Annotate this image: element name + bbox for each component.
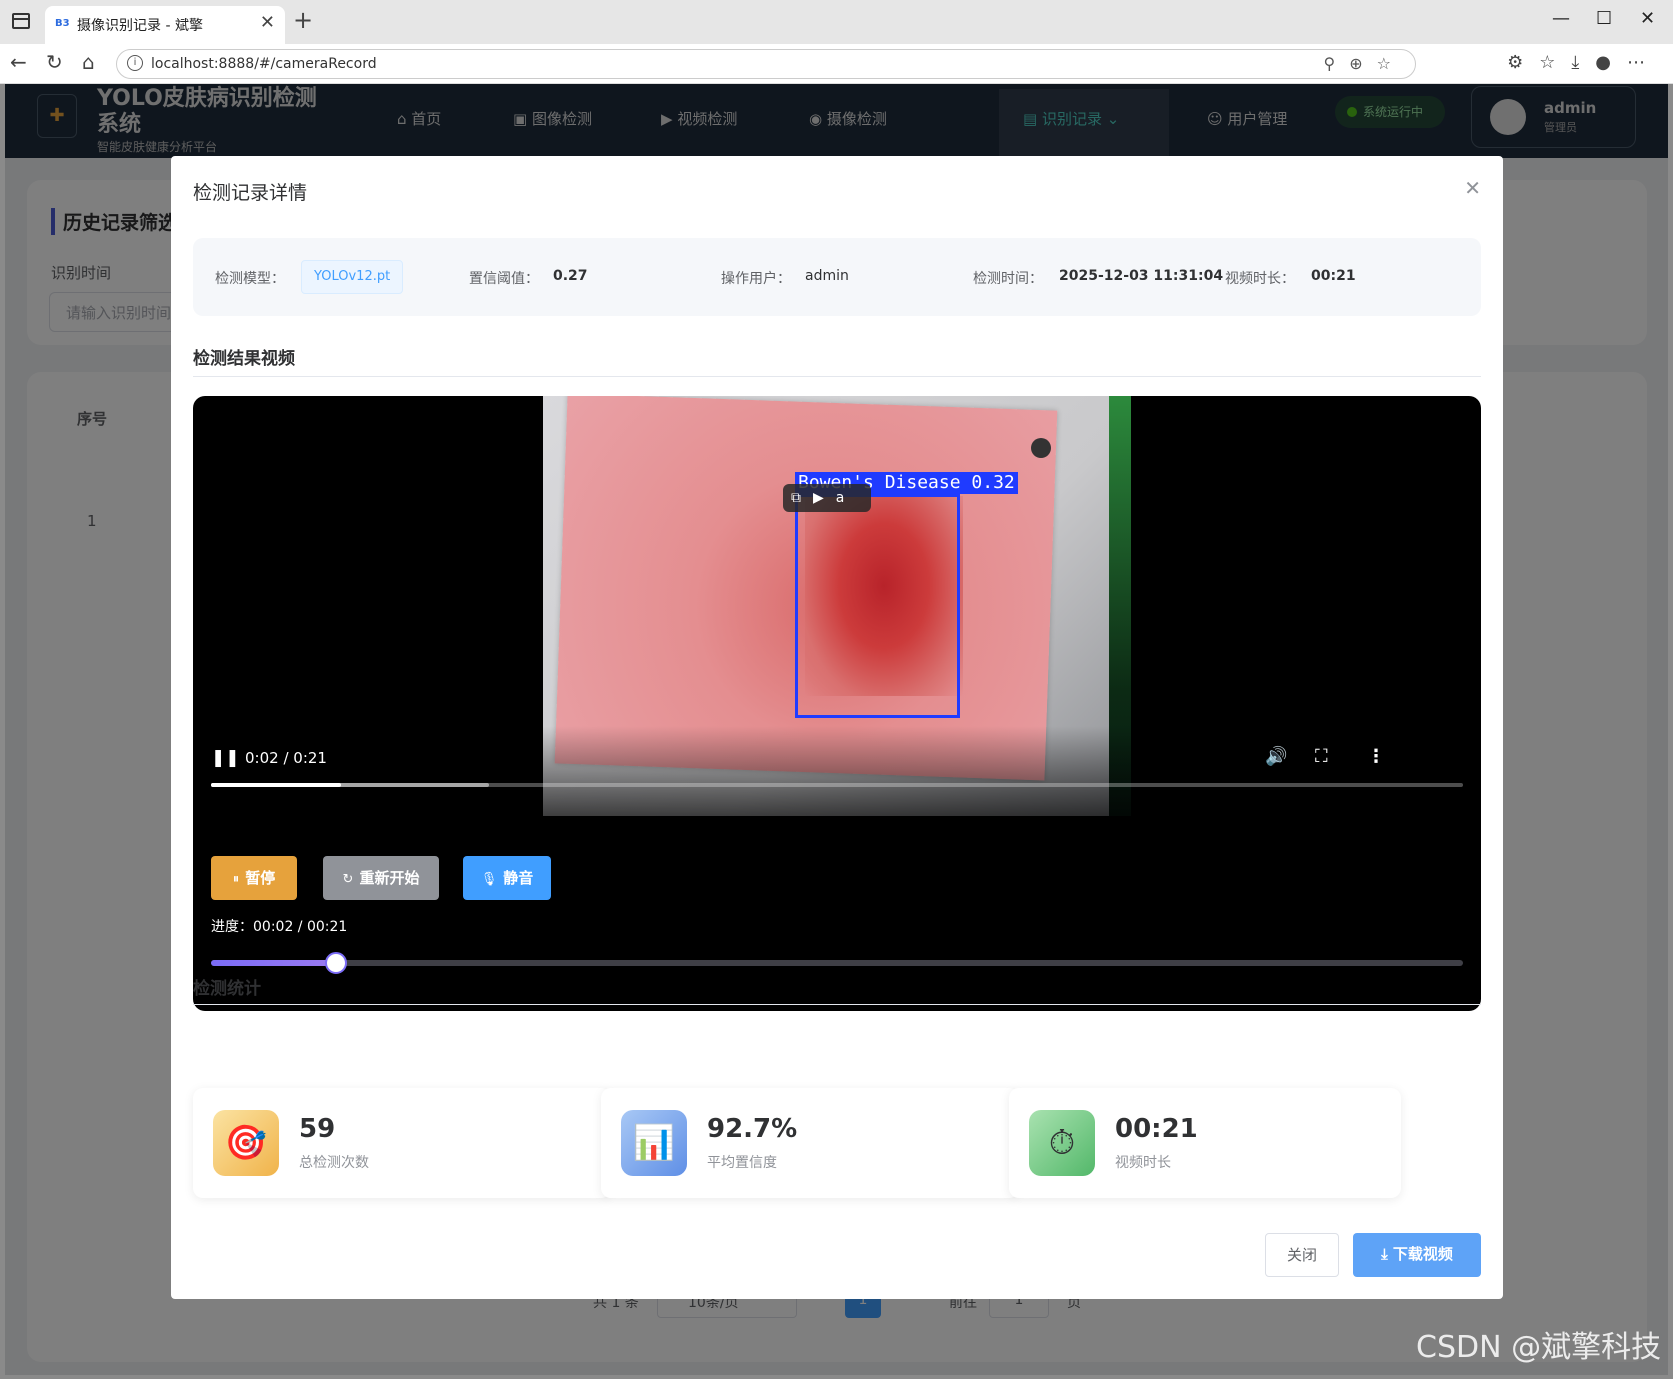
browser-toolbar-icons[interactable]: ⚙☆⤓●⋯ bbox=[1507, 52, 1661, 73]
target-icon: 🎯 bbox=[213, 1110, 279, 1176]
stat-label: 平均置信度 bbox=[707, 1155, 777, 1171]
browser-tabbar: B3 摄像识别记录 - 斌擎 ✕ + — ☐ ✕ bbox=[0, 0, 1673, 44]
model-label: 检测模型： bbox=[215, 271, 285, 287]
stat-card-duration: ⏱ 00:21 视频时长 bbox=[1009, 1088, 1401, 1198]
native-time: 0:02 / 0:21 bbox=[245, 749, 327, 767]
conf-value: 0.27 bbox=[553, 268, 588, 284]
time-label: 检测时间： bbox=[973, 271, 1043, 287]
url-actions-icon[interactable]: ⚲⊕☆ bbox=[1324, 54, 1405, 73]
user-label: 操作用户： bbox=[721, 271, 791, 287]
user-value: admin bbox=[805, 268, 849, 284]
video-player[interactable]: Bowen's Disease 0.32 ⧉▶a ❚❚ 0:02 / 0:21 … bbox=[193, 396, 1481, 1011]
url-field[interactable]: i localhost:8888/#/cameraRecord ⚲⊕☆ bbox=[116, 49, 1416, 79]
time-value: 2025-12-03 11:31:04 bbox=[1059, 268, 1224, 284]
progress-slider-fill bbox=[211, 960, 337, 966]
video-overlay-toolbar[interactable]: ⧉▶a bbox=[783, 484, 871, 512]
detection-box bbox=[795, 494, 960, 718]
pause-button[interactable]: ⏸ 暂停 bbox=[211, 856, 297, 900]
native-pause-icon[interactable]: ❚❚ bbox=[211, 748, 240, 768]
native-played-bar bbox=[211, 783, 342, 787]
native-progress-track[interactable] bbox=[211, 783, 1463, 787]
download-video-button[interactable]: ⤓ 下载视频 bbox=[1353, 1233, 1481, 1277]
record-detail-dialog: 检测记录详情 ✕ 检测模型： YOLOv12.pt 置信阈值： 0.27 操作用… bbox=[171, 156, 1503, 1299]
tab-title: 摄像识别记录 - 斌擎 bbox=[77, 18, 203, 34]
stat-value: 92.7% bbox=[707, 1114, 798, 1144]
window-menu-icon[interactable] bbox=[12, 13, 30, 29]
fullscreen-icon[interactable]: ⛶ bbox=[1315, 746, 1328, 767]
mute-button[interactable]: 🎙 静音 bbox=[463, 856, 551, 900]
stat-card-confidence: 📊 92.7% 平均置信度 bbox=[601, 1088, 1019, 1198]
stat-label: 视频时长 bbox=[1115, 1155, 1171, 1171]
address-bar: ← ↻ ⌂ i localhost:8888/#/cameraRecord ⚲⊕… bbox=[0, 44, 1673, 84]
home-browser-icon[interactable]: ⌂ bbox=[82, 50, 95, 74]
more-options-icon[interactable]: ⋮ bbox=[1367, 746, 1385, 767]
stats-section-title: 检测统计 bbox=[193, 979, 261, 999]
watermark: CSDN @斌擎科技 bbox=[1416, 1330, 1662, 1365]
stat-value: 00:21 bbox=[1115, 1114, 1198, 1144]
download-icon: ⤓ bbox=[1381, 1245, 1393, 1263]
video-marker-icon bbox=[1031, 438, 1051, 458]
duration-label: 视频时长： bbox=[1225, 271, 1295, 287]
tab-close-icon[interactable]: ✕ bbox=[260, 12, 275, 33]
pause-circle-icon: ⏸ bbox=[232, 872, 240, 887]
progress-slider-knob[interactable] bbox=[325, 952, 348, 974]
video-section-title: 检测结果视频 bbox=[193, 349, 295, 369]
refresh-icon: ↻ bbox=[342, 872, 354, 887]
stats-divider bbox=[193, 1004, 1481, 1005]
stopwatch-icon: ⏱ bbox=[1029, 1110, 1095, 1176]
close-button[interactable]: 关闭 bbox=[1265, 1233, 1339, 1277]
progress-text: 进度：00:02 / 00:21 bbox=[211, 919, 348, 935]
stat-value: 59 bbox=[299, 1114, 336, 1144]
restart-button[interactable]: ↻ 重新开始 bbox=[323, 856, 439, 900]
maximize-icon[interactable]: ☐ bbox=[1596, 8, 1612, 29]
volume-icon[interactable]: 🔊 bbox=[1265, 746, 1287, 767]
model-tag: YOLOv12.pt bbox=[301, 260, 404, 294]
progress-slider[interactable] bbox=[211, 952, 1463, 974]
site-info-icon[interactable]: i bbox=[127, 55, 143, 71]
section-divider bbox=[193, 376, 1481, 377]
dialog-title: 检测记录详情 bbox=[193, 182, 308, 204]
window-close-icon[interactable]: ✕ bbox=[1640, 8, 1655, 29]
tab-favicon-icon: B3 bbox=[55, 18, 70, 29]
duration-value: 00:21 bbox=[1311, 268, 1356, 284]
record-info-bar: 检测模型： YOLOv12.pt 置信阈值： 0.27 操作用户： admin … bbox=[193, 238, 1481, 316]
browser-tab[interactable]: B3 摄像识别记录 - 斌擎 ✕ bbox=[45, 6, 285, 44]
reload-icon[interactable]: ↻ bbox=[46, 50, 63, 74]
new-tab-icon[interactable]: + bbox=[293, 6, 313, 34]
dialog-close-icon[interactable]: ✕ bbox=[1464, 176, 1481, 200]
minimize-icon[interactable]: — bbox=[1552, 8, 1570, 29]
stat-card-total: 🎯 59 总检测次数 bbox=[193, 1088, 611, 1198]
native-controls-gradient bbox=[193, 726, 1481, 816]
stat-label: 总检测次数 bbox=[299, 1155, 369, 1171]
conf-label: 置信阈值： bbox=[469, 271, 539, 287]
microphone-icon: 🎙 bbox=[480, 872, 498, 887]
back-icon[interactable]: ← bbox=[10, 50, 27, 74]
bar-chart-icon: 📊 bbox=[621, 1110, 687, 1176]
url-text[interactable]: localhost:8888/#/cameraRecord bbox=[151, 56, 377, 72]
